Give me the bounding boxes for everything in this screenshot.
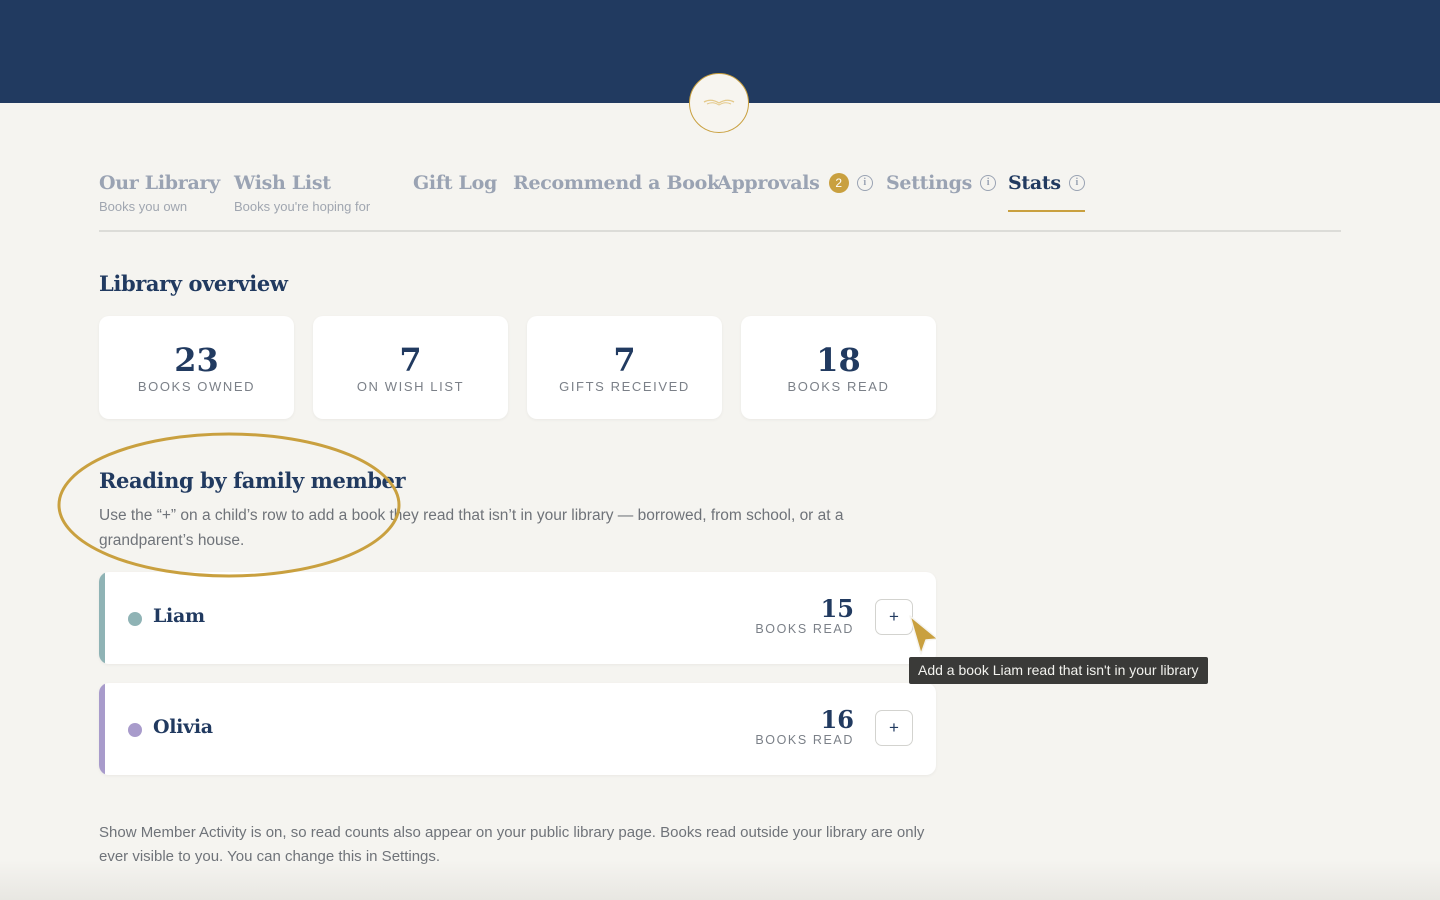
member-name: Olivia xyxy=(153,716,213,738)
stat-card-gifts-received: 7 GIFTS RECEIVED xyxy=(527,316,722,419)
stat-value: 18 xyxy=(816,341,861,379)
family-reading-title: Reading by family member xyxy=(99,468,406,493)
tab-stats[interactable]: Stats i xyxy=(1008,172,1085,212)
stat-label: ON WISH LIST xyxy=(356,379,465,394)
tab-subtitle: Books you're hoping for xyxy=(234,199,371,214)
add-book-button-olivia[interactable]: + xyxy=(875,710,913,746)
tab-recommend-a-book[interactable]: Recommend a Book xyxy=(513,172,720,194)
tab-bar: Our Library Books you own Wish List Book… xyxy=(99,172,1341,232)
member-row-olivia: Olivia 16 BOOKS READ + xyxy=(99,683,936,775)
member-count-label: BOOKS READ xyxy=(755,622,854,636)
tab-label: Approvals xyxy=(717,172,820,194)
tab-subtitle: Books you own xyxy=(99,199,188,214)
open-book-icon xyxy=(703,99,735,106)
logo-badge[interactable] xyxy=(689,73,749,133)
info-icon[interactable]: i xyxy=(1068,175,1085,191)
stat-card-books-owned: 23 BOOKS OWNED xyxy=(99,316,294,419)
stat-label: GIFTS RECEIVED xyxy=(559,379,690,394)
member-read-count: 15 BOOKS READ xyxy=(755,594,854,637)
member-color-bar xyxy=(99,683,105,775)
family-help-text: Use the “+” on a child’s row to add a bo… xyxy=(99,507,844,549)
member-count-label: BOOKS READ xyxy=(755,733,854,747)
tab-label: Stats xyxy=(1008,172,1061,194)
stat-card-on-wish-list: 7 ON WISH LIST xyxy=(313,316,508,419)
approvals-count-badge: 2 xyxy=(828,173,849,193)
member-color-dot xyxy=(128,612,142,626)
tab-settings[interactable]: Settings i xyxy=(886,172,996,194)
stat-card-books-read: 18 BOOKS READ xyxy=(741,316,936,419)
info-icon[interactable]: i xyxy=(856,175,873,191)
stat-label: BOOKS READ xyxy=(787,379,890,394)
tab-label-row: Stats i xyxy=(1008,172,1085,194)
tab-label-row: Settings i xyxy=(886,172,996,194)
member-name: Liam xyxy=(153,605,205,627)
stat-label: BOOKS OWNED xyxy=(137,379,256,394)
tab-label: Our Library xyxy=(99,172,220,194)
stat-value: 23 xyxy=(174,341,219,379)
stat-value: 7 xyxy=(399,341,422,379)
library-overview-title: Library overview xyxy=(99,271,288,296)
tab-wish-list[interactable]: Wish List Books you're hoping for xyxy=(234,172,370,214)
tab-label: Wish List xyxy=(234,172,331,194)
member-color-bar xyxy=(99,572,105,664)
member-row-liam: Liam 15 BOOKS READ + xyxy=(99,572,936,664)
add-book-button-liam[interactable]: + xyxy=(875,599,913,635)
tab-label: Recommend a Book xyxy=(513,172,720,194)
member-read-count: 16 BOOKS READ xyxy=(755,705,854,748)
tab-our-library[interactable]: Our Library Books you own xyxy=(99,172,220,214)
member-count-value: 16 xyxy=(820,705,854,734)
info-icon[interactable]: i xyxy=(979,175,996,191)
member-count-value: 15 xyxy=(820,594,854,623)
tab-gift-log[interactable]: Gift Log xyxy=(413,172,497,194)
member-color-dot xyxy=(128,723,142,737)
tab-label: Settings xyxy=(886,172,972,194)
stat-value: 7 xyxy=(613,341,636,379)
tab-label-row: Approvals 2 i xyxy=(717,172,873,194)
tab-label: Gift Log xyxy=(413,172,497,194)
add-book-tooltip: Add a book Liam read that isn't in your … xyxy=(909,657,1208,684)
member-activity-note: Show Member Activity is on, so read coun… xyxy=(99,824,925,865)
active-tab-underline xyxy=(1008,210,1085,212)
tab-approvals[interactable]: Approvals 2 i xyxy=(717,172,873,194)
